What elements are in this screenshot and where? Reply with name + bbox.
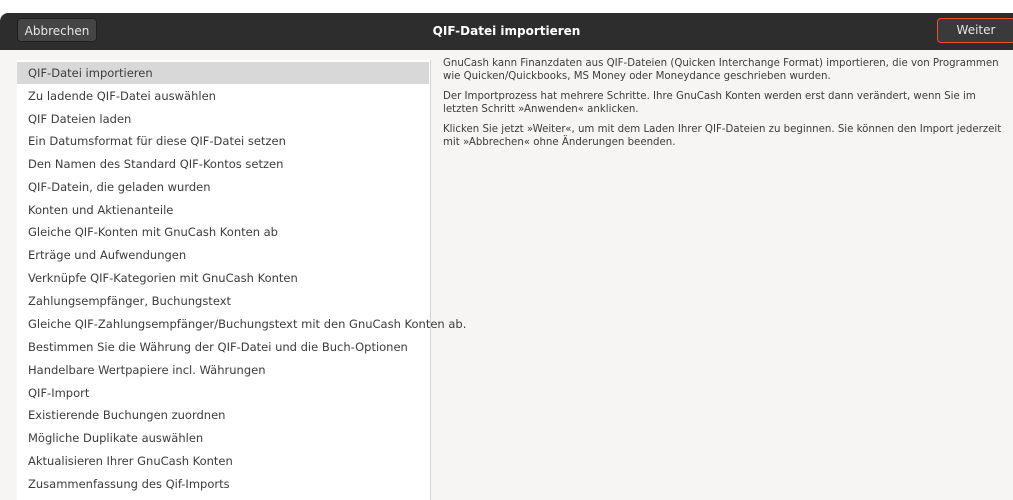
description-paragraph: GnuCash kann Finanzdaten aus QIF-Dateien… [443,58,999,82]
assistant-window: Abbrechen QIF-Datei importieren Weiter Q… [0,13,1013,500]
step-item[interactable]: Existierende Buchungen zuordnen [17,404,429,426]
step-item[interactable]: QIF-Datei importieren [17,62,429,84]
step-item[interactable]: Verknüpfe QIF-Kategorien mit GnuCash Kon… [17,267,429,289]
description-paragraph: Klicken Sie jetzt »Weiter«, um mit dem L… [443,124,1002,148]
step-item[interactable]: QIF-Import [17,382,429,404]
step-item[interactable]: Konten und Aktienanteile [17,199,429,221]
step-item[interactable]: Ein Datumsformat für diese QIF-Datei set… [17,130,429,152]
header-bar: Abbrechen QIF-Datei importieren Weiter [0,13,1013,50]
step-item[interactable]: Gleiche QIF-Konten mit GnuCash Konten ab [17,221,429,243]
page-description: GnuCash kann Finanzdaten aus QIF-Dateien… [443,58,1008,157]
step-item[interactable]: Erträge und Aufwendungen [17,244,429,266]
step-item[interactable]: Den Namen des Standard QIF-Kontos setzen [17,153,429,175]
description-paragraph: Der Importprozess hat mehrere Schritte. … [443,91,976,115]
step-item[interactable]: Handelbare Wertpapiere incl. Währungen [17,359,429,381]
steps-sidebar: QIF-Datei importieren Zu ladende QIF-Dat… [17,60,466,500]
next-button[interactable]: Weiter [937,18,1013,43]
step-item[interactable]: Zahlungsempfänger, Buchungstext [17,290,429,312]
window-title: QIF-Datei importieren [432,24,581,38]
step-item[interactable]: Zu ladende QIF-Datei auswählen [17,85,429,107]
step-item[interactable]: Mögliche Duplikate auswählen [17,427,429,449]
step-item[interactable]: Gleiche QIF-Zahlungsempfänger/Buchungste… [17,313,466,335]
step-item[interactable]: Bestimmen Sie die Währung der QIF-Datei … [17,336,429,358]
step-item[interactable]: Aktualisieren Ihrer GnuCash Konten [17,450,429,472]
step-item[interactable]: Zusammenfassung des Qif-Imports [17,473,429,495]
step-item[interactable]: QIF-Datein, die geladen wurden [17,176,429,198]
step-item[interactable]: QIF Dateien laden [17,108,429,130]
